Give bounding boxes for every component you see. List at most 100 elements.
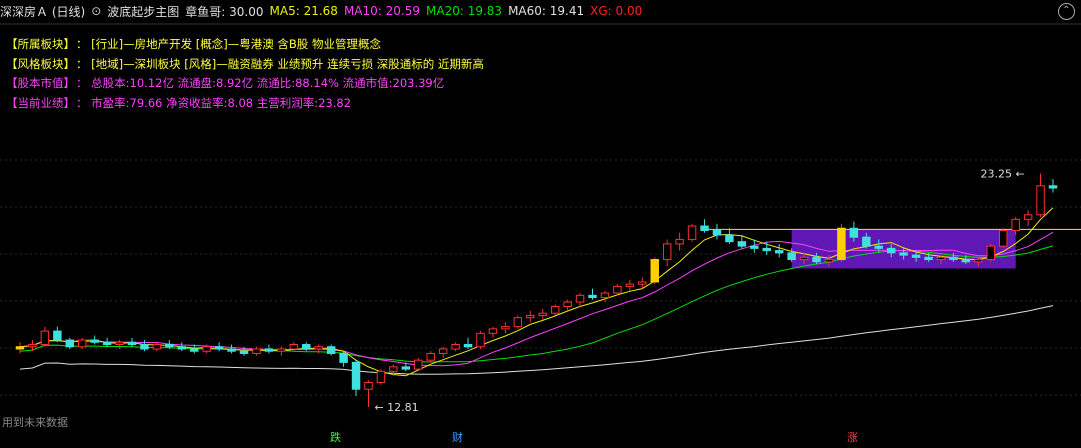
candle-body-69 xyxy=(874,245,883,249)
candle-body-75 xyxy=(949,256,958,261)
candle-body-77 xyxy=(974,259,983,263)
candle-body-81 xyxy=(1023,214,1033,220)
candle-body-14 xyxy=(190,348,199,352)
candle-body-39 xyxy=(501,326,510,330)
candle-body-41 xyxy=(526,314,535,319)
indicator-name[interactable]: 波底起步主图 xyxy=(107,3,179,20)
candle-body-22 xyxy=(289,344,299,350)
mark-fall[interactable]: 跌 xyxy=(329,429,342,445)
candle-body-46 xyxy=(588,294,597,299)
candle-body-16 xyxy=(214,346,224,350)
candle-body-27 xyxy=(351,361,361,390)
candle-body-43 xyxy=(550,306,560,314)
candle-body-32 xyxy=(414,359,423,370)
candle-body-26 xyxy=(339,352,348,363)
candle-body-51 xyxy=(650,259,659,283)
candle-body-63 xyxy=(799,256,809,261)
candle-body-38 xyxy=(488,328,498,334)
info-row-style: 【风格板块】： [地域]—深圳板块 [风格]—融资融券 业绩预升 连续亏损 深股… xyxy=(6,57,484,71)
candle-body-13 xyxy=(177,346,187,350)
low-price-label: ← 12.81 xyxy=(374,401,418,414)
candle-body-67 xyxy=(849,227,859,238)
candle-body-17 xyxy=(227,348,236,352)
candle-body-23 xyxy=(302,344,311,350)
candle-body-34 xyxy=(438,348,448,354)
mark-finance[interactable]: 财 xyxy=(451,429,464,445)
candle-body-2 xyxy=(40,330,50,346)
candle-body-21 xyxy=(277,348,286,352)
collapse-icon[interactable]: ⌃ xyxy=(1058,3,1075,20)
candle-body-9 xyxy=(127,341,137,346)
candle-body-48 xyxy=(613,285,622,294)
candle-body-61 xyxy=(774,250,784,254)
candle-body-28 xyxy=(364,382,373,390)
candle-body-36 xyxy=(463,344,473,348)
candle-body-65 xyxy=(824,259,834,263)
candle-body-18 xyxy=(239,350,249,354)
candle-body-19 xyxy=(252,348,261,354)
candle-body-60 xyxy=(762,247,771,252)
candle-body-64 xyxy=(812,256,821,263)
candle-body-20 xyxy=(264,348,274,352)
ma60-value: MA60: 19.41 xyxy=(508,4,585,18)
candle-body-24 xyxy=(314,346,323,350)
candle-body-62 xyxy=(787,252,796,261)
candle-body-70 xyxy=(886,247,896,254)
candle-body-72 xyxy=(911,254,921,258)
candle-body-4 xyxy=(65,339,75,348)
candle-body-42 xyxy=(538,312,547,316)
candle-body-29 xyxy=(376,370,386,384)
candle-body-56 xyxy=(712,229,722,236)
candle-body-50 xyxy=(638,281,647,285)
candle-body-73 xyxy=(924,256,933,261)
candle-body-76 xyxy=(961,259,971,263)
candle-body-82 xyxy=(1036,185,1045,216)
candle-body-66 xyxy=(837,227,846,261)
high-price-label: 23.25 ← xyxy=(981,167,1025,180)
candle-body-68 xyxy=(862,236,871,247)
candle-body-1 xyxy=(28,344,37,348)
ma60-line xyxy=(19,305,1054,375)
candle-body-53 xyxy=(675,238,684,245)
candle-body-54 xyxy=(687,225,697,240)
candle-body-11 xyxy=(152,344,162,350)
candle-body-79 xyxy=(998,229,1008,247)
xg-value: XG: 0.00 xyxy=(590,4,643,18)
candle-body-59 xyxy=(750,245,759,249)
candle-body-35 xyxy=(451,344,460,350)
candle-body-83 xyxy=(1048,185,1058,189)
candle-body-5 xyxy=(77,339,87,348)
candle-body-49 xyxy=(625,283,635,287)
mark-rise[interactable]: 涨 xyxy=(846,429,859,445)
zhang-value: 章鱼哥: 30.00 xyxy=(185,4,264,19)
candle-body-52 xyxy=(662,243,672,261)
candle-body-44 xyxy=(563,301,572,308)
candle-body-57 xyxy=(725,234,734,243)
candle-body-71 xyxy=(899,252,908,256)
candle-body-12 xyxy=(165,344,174,348)
candle-body-40 xyxy=(513,317,523,328)
info-row-performance: 【当前业绩】： 市盈率:79.66 净资收益率:8.08 主营利润率:23.82 xyxy=(6,96,352,110)
candle-body-30 xyxy=(389,366,398,372)
candle-body-45 xyxy=(575,294,585,303)
candle-body-74 xyxy=(936,256,946,261)
candle-body-25 xyxy=(326,346,336,354)
candle-body-33 xyxy=(426,352,435,361)
candle-body-78 xyxy=(986,245,996,261)
candle-body-37 xyxy=(476,332,485,348)
candle-body-10 xyxy=(140,344,149,350)
info-row-capital: 【股本市值】： 总股本:10.12亿 流通盘:8.92亿 流通比:88.14% … xyxy=(6,76,445,90)
candle-body-6 xyxy=(90,339,99,343)
ma20-value: MA20: 19.83 xyxy=(426,4,503,18)
candle-body-15 xyxy=(202,346,211,352)
candle-body-7 xyxy=(102,341,112,346)
indicator-dropdown-icon[interactable]: ⊙ xyxy=(91,4,101,18)
chart-header: 深深房Ａ (日线) ⊙ 波底起步主图 章鱼哥: 30.00 MA5: 21.68… xyxy=(0,0,1081,22)
stock-title[interactable]: 深深房Ａ (日线) xyxy=(0,3,85,20)
ma5-value: MA5: 21.68 xyxy=(269,4,338,18)
candle-body-8 xyxy=(115,341,124,346)
candle-body-47 xyxy=(600,292,610,299)
ma10-value: MA10: 20.59 xyxy=(343,4,420,18)
info-row-sector: 【所属板块】： [行业]—房地产开发 [概念]—粤港澳 含B股 物业管理概念 xyxy=(6,37,381,51)
candle-body-3 xyxy=(53,330,62,341)
